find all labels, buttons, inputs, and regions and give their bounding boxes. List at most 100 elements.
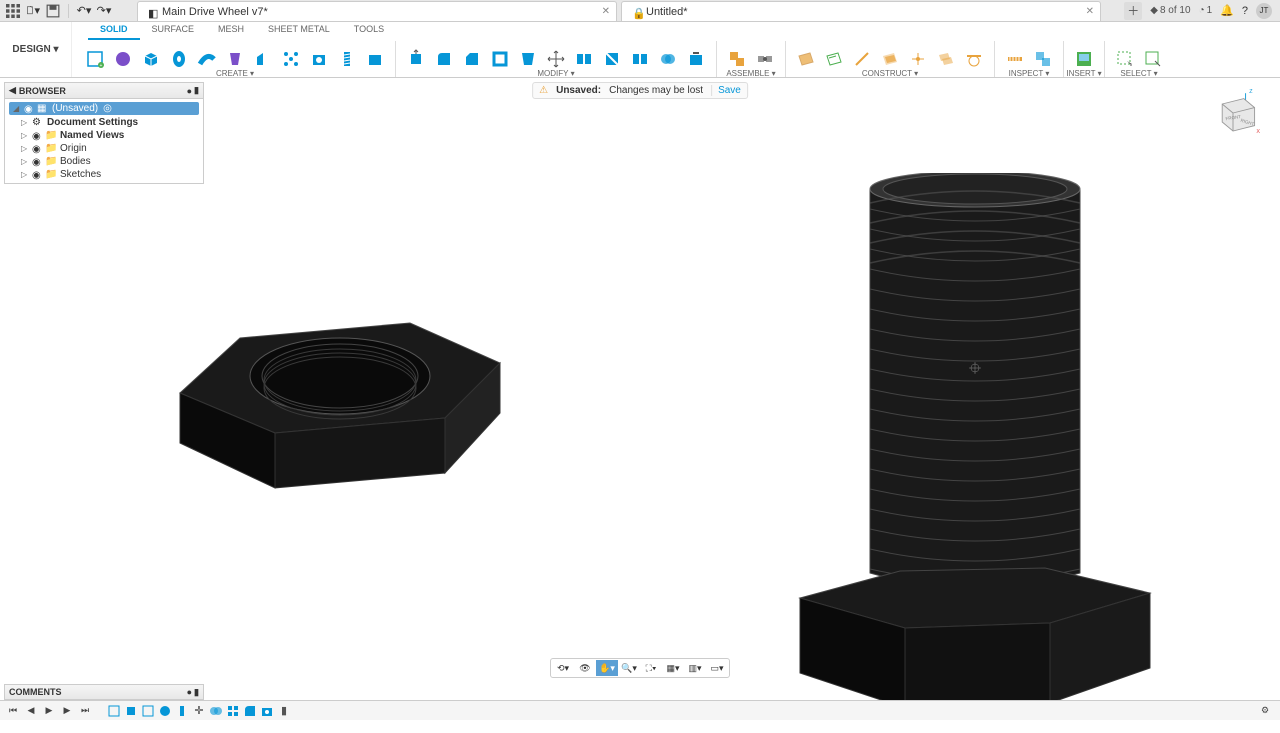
box-tool[interactable] xyxy=(362,46,388,72)
hex-nut-model[interactable] xyxy=(140,278,510,498)
point-tool[interactable] xyxy=(905,46,931,72)
viewport-tool[interactable]: ▭▾ xyxy=(706,660,728,676)
expand-icon[interactable]: ◢ xyxy=(13,104,21,113)
tab-mesh[interactable]: MESH xyxy=(206,22,256,40)
radio-icon[interactable]: ◎ xyxy=(103,103,112,114)
save-button[interactable]: Save xyxy=(711,85,741,96)
midplane-tool[interactable] xyxy=(933,46,959,72)
job-status[interactable]: ◔ 1 xyxy=(1199,5,1213,16)
user-avatar[interactable]: JT xyxy=(1256,3,1272,19)
thread-tool[interactable] xyxy=(334,46,360,72)
pan-tool[interactable]: ✋▾ xyxy=(596,660,618,676)
browser-pin-icon[interactable]: ▮ xyxy=(194,85,199,96)
view-cube[interactable]: Z FRONT RIGHT X xyxy=(1206,86,1260,140)
new-tab-button[interactable]: ＋ xyxy=(1124,2,1142,20)
extensions-status[interactable]: ◆ 8 of 10 xyxy=(1150,5,1190,16)
redo-icon[interactable]: ↷▾ xyxy=(97,4,111,18)
browser-search-icon[interactable]: ● xyxy=(187,86,192,96)
tab-solid[interactable]: SOLID xyxy=(88,22,140,40)
look-at-tool[interactable]: 👁 xyxy=(574,660,596,676)
tree-item-document-settings[interactable]: ▷ ⚙ Document Settings xyxy=(5,116,203,129)
comments-dot-icon[interactable]: ● xyxy=(187,687,192,698)
split-face-tool[interactable] xyxy=(599,46,625,72)
display-tool[interactable]: ▦▾ xyxy=(662,660,684,676)
collapse-icon[interactable]: ◀ xyxy=(9,85,16,96)
draft-tool[interactable] xyxy=(515,46,541,72)
fillet-tool[interactable] xyxy=(431,46,457,72)
group-label-inspect[interactable]: INSPECT ▾ xyxy=(1009,69,1050,78)
sweep-tool[interactable] xyxy=(194,46,220,72)
workspace-switcher[interactable]: DESIGN ▾ xyxy=(0,22,72,77)
notification-icon[interactable]: 🔔 xyxy=(1220,4,1234,17)
extrude-tool[interactable] xyxy=(138,46,164,72)
timeline-back-button[interactable]: ◀ xyxy=(24,704,38,718)
timeline-play-button[interactable]: ▶ xyxy=(42,704,56,718)
group-label-assemble[interactable]: ASSEMBLE ▾ xyxy=(726,69,775,78)
axis-tool[interactable] xyxy=(849,46,875,72)
visibility-icon[interactable]: ◉ xyxy=(32,144,42,154)
grid-tool[interactable]: ▥▾ xyxy=(684,660,706,676)
timeline-end-button[interactable]: ⏭ xyxy=(78,704,92,718)
hole-tool[interactable] xyxy=(306,46,332,72)
combine-tool[interactable] xyxy=(655,46,681,72)
expand-icon[interactable]: ▷ xyxy=(21,170,29,179)
feature-pattern-icon[interactable] xyxy=(225,703,241,719)
expand-icon[interactable]: ▷ xyxy=(21,144,29,153)
feature-hole-icon[interactable] xyxy=(259,703,275,719)
feature-extrude-icon[interactable] xyxy=(123,703,139,719)
joint-tool[interactable] xyxy=(752,46,778,72)
tangent-plane-tool[interactable] xyxy=(961,46,987,72)
expand-icon[interactable]: ▷ xyxy=(21,118,29,127)
document-tab-1[interactable]: ◧ Main Drive Wheel v7* ✕ xyxy=(137,1,617,21)
feature-revolve-icon[interactable] xyxy=(157,703,173,719)
zoom-tool[interactable]: 🔍▾ xyxy=(618,660,640,676)
comments-pin-icon[interactable]: ▮ xyxy=(194,687,199,698)
chamfer-tool[interactable] xyxy=(459,46,485,72)
feature-fillet-icon[interactable] xyxy=(242,703,258,719)
angle-plane-tool[interactable] xyxy=(877,46,903,72)
tree-item-sketches[interactable]: ▷ ◉ 📁 Sketches xyxy=(5,168,203,181)
group-label-create[interactable]: CREATE ▾ xyxy=(216,69,254,78)
new-component-tool[interactable] xyxy=(724,46,750,72)
file-new-icon[interactable]: ▾ xyxy=(26,4,40,18)
insert-tool[interactable] xyxy=(1071,46,1097,72)
visibility-icon[interactable]: ◉ xyxy=(32,157,42,167)
visibility-icon[interactable]: ◉ xyxy=(32,170,42,180)
feature-combine-icon[interactable] xyxy=(208,703,224,719)
close-icon[interactable]: ✕ xyxy=(1086,6,1094,17)
close-icon[interactable]: ✕ xyxy=(602,6,610,17)
undo-icon[interactable]: ↶▾ xyxy=(77,4,91,18)
help-icon[interactable]: ? xyxy=(1242,5,1248,17)
comments-panel-header[interactable]: COMMENTS ●▮ xyxy=(4,684,204,700)
feature-thread-icon[interactable] xyxy=(174,703,190,719)
tree-item-named-views[interactable]: ▷ ◉ 📁 Named Views xyxy=(5,129,203,142)
loft-tool[interactable] xyxy=(222,46,248,72)
tree-item-origin[interactable]: ▷ ◉ 📁 Origin xyxy=(5,142,203,155)
timeline-settings-button[interactable]: ⚙ xyxy=(1258,704,1272,718)
group-label-construct[interactable]: CONSTRUCT ▾ xyxy=(862,69,918,78)
group-label-modify[interactable]: MODIFY ▾ xyxy=(537,69,574,78)
tree-root[interactable]: ◢ ◉ ▦ (Unsaved) ◎ xyxy=(9,102,199,115)
timeline-forward-button[interactable]: ▶ xyxy=(60,704,74,718)
app-menu-icon[interactable] xyxy=(6,4,20,18)
browser-header[interactable]: ◀BROWSER ●▮ xyxy=(5,83,203,99)
tab-sheet-metal[interactable]: SHEET METAL xyxy=(256,22,342,40)
timeline-marker[interactable]: ▮ xyxy=(276,703,292,719)
tab-tools[interactable]: TOOLS xyxy=(342,22,396,40)
move-tool[interactable] xyxy=(543,46,569,72)
expand-icon[interactable]: ▷ xyxy=(21,157,29,166)
measure-tool[interactable] xyxy=(1002,46,1028,72)
new-sketch-tool[interactable]: + xyxy=(82,46,108,72)
visibility-icon[interactable]: ◉ xyxy=(24,104,34,114)
select-tool[interactable] xyxy=(1112,46,1138,72)
web-tool[interactable] xyxy=(278,46,304,72)
delete-tool[interactable] xyxy=(683,46,709,72)
expand-icon[interactable]: ▷ xyxy=(21,131,29,140)
offset-plane-tool[interactable] xyxy=(821,46,847,72)
feature-sketch-icon[interactable] xyxy=(140,703,156,719)
orbit-tool[interactable]: ⟲▾ xyxy=(552,660,574,676)
revolve-tool[interactable] xyxy=(166,46,192,72)
fit-tool[interactable]: ⛶▾ xyxy=(640,660,662,676)
group-label-insert[interactable]: INSERT ▾ xyxy=(1066,69,1101,78)
tree-item-bodies[interactable]: ▷ ◉ 📁 Bodies xyxy=(5,155,203,168)
